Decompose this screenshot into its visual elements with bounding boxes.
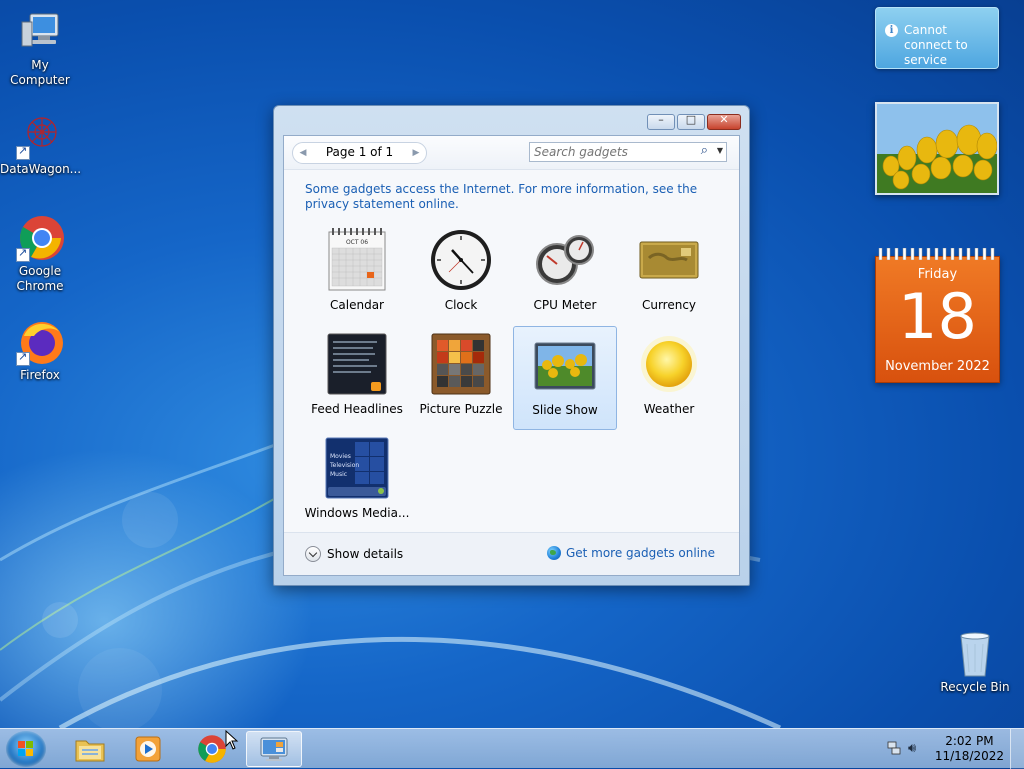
calendar-thumb-month: OCT 06 [346,239,368,246]
pager: ◀ Page 1 of 1 ▶ [292,142,427,164]
shortcut-arrow-icon [16,246,30,262]
recycle-bin-icon [951,630,999,678]
datawagon-icon [16,112,64,160]
info-icon: i [885,24,898,37]
slide-show-thumb-icon [533,333,597,400]
get-more-gadgets-label: Get more gadgets online [565,546,715,560]
page-indicator: Page 1 of 1 [325,145,394,159]
notification-gadget[interactable]: i Cannot connect to service [875,7,999,69]
windows-media-thumb-icon: Movies Television Music [325,436,389,503]
show-details-label: Show details [327,547,404,561]
calendar-day: 18 [898,280,977,353]
taskbar-windows-explorer[interactable] [62,731,118,767]
globe-icon [546,546,561,560]
gadget-gallery-client: ◀ Page 1 of 1 ▶ ⌕ ▼ Some gadgets access … [283,135,740,576]
chevron-down-icon [305,546,321,562]
slide-show-gadget[interactable] [875,102,999,195]
chevron-down-icon[interactable]: ▼ [717,146,723,155]
gadget-gallery-window: – □ ✕ ◀ Page 1 of 1 ▶ ⌕ ▼ Some gadgets a… [273,105,750,586]
gadget-clock[interactable]: Clock [409,222,513,326]
calendar-thumb-icon: OCT 06 [328,228,386,295]
cpu-meter-thumb-icon [533,228,597,295]
speaker-icon[interactable]: 🔊︎ [908,741,916,756]
firefox-icon [16,318,64,366]
desktop-icon-datawagon[interactable]: DataWagon... [0,112,82,177]
desktop-icon-label: Google Chrome [16,264,64,293]
shortcut-arrow-icon [16,350,30,366]
calendar-month-year: November 2022 [885,359,990,374]
system-tray: 🔊︎ 2:02 PM 11/18/2022 [884,729,1024,769]
computer-icon [16,8,64,56]
show-desktop-button[interactable] [1010,729,1024,769]
clock-time: 2:02 PM [945,734,994,748]
minimize-icon: – [658,113,664,126]
notification-text: Cannot connect to service [904,23,968,67]
calendar-gadget[interactable]: Friday 18 November 2022 [875,248,1000,383]
search-box: ⌕ ▼ [529,142,727,162]
windows-logo-icon [18,741,33,756]
folder-icon [75,740,105,762]
weather-thumb-icon [637,332,701,399]
gadget-label: Windows Media... [304,506,410,520]
desktop-icon-label: Firefox [20,368,60,382]
privacy-info-text[interactable]: Some gadgets access the Internet. For mo… [305,182,705,212]
media-thumb-line: Music [330,471,347,478]
taskbar-desktop-gadgets[interactable] [246,731,302,767]
desktop-icon-label: DataWagon... [0,162,82,176]
gadget-label: Currency [641,298,697,312]
calendar-gadget-body: Friday 18 November 2022 [875,256,1000,383]
desktop-icon-google-chrome[interactable]: Google Chrome [0,214,80,294]
taskbar-windows-media-player[interactable] [120,731,176,767]
desktop-icon-firefox[interactable]: Firefox [0,318,80,383]
gadget-slide-show[interactable]: Slide Show [513,326,617,430]
desktop-icon-label: My Computer [10,58,70,87]
media-thumb-line: Television [329,462,359,469]
desktop-icon-label: Recycle Bin [940,680,1010,694]
taskbar: 🔊︎ 2:02 PM 11/18/2022 [0,728,1024,769]
media-player-icon [135,736,161,762]
window-footer: Show details Get more gadgets online [284,532,739,575]
search-input[interactable] [534,144,684,160]
media-thumb-line: Movies [330,453,351,460]
gadget-label: Weather [643,402,695,416]
chrome-icon [198,735,226,763]
toolbar: ◀ Page 1 of 1 ▶ ⌕ ▼ [284,136,739,170]
get-more-gadgets-link[interactable]: Get more gadgets online [546,546,715,560]
tulips-photo [877,104,997,193]
currency-thumb-icon [637,228,701,295]
desktop-icon-recycle-bin[interactable]: Recycle Bin [935,630,1015,695]
restore-icon: □ [685,113,697,126]
gadget-weather[interactable]: Weather [617,326,721,430]
gadgets-icon [260,737,288,761]
window-controls: – □ ✕ [647,113,741,130]
restore-button[interactable]: □ [677,113,705,130]
shortcut-arrow-icon [16,144,30,160]
gadget-feed-headlines[interactable]: Feed Headlines [305,326,409,430]
close-icon: ✕ [719,113,729,126]
calendar-rings [878,248,995,260]
desktop-icon-my-computer[interactable]: My Computer [0,8,80,88]
feed-headlines-thumb-icon [325,332,389,399]
clock-date: 11/18/2022 [934,749,1004,763]
search-icon[interactable]: ⌕ [701,143,708,158]
clock[interactable]: 2:02 PM 11/18/2022 [935,734,1004,764]
close-button[interactable]: ✕ [707,113,741,130]
gadget-picture-puzzle[interactable]: Picture Puzzle [409,326,513,430]
mouse-cursor-icon [225,730,239,750]
gadget-currency[interactable]: Currency [617,222,721,326]
chrome-icon [16,214,64,262]
minimize-button[interactable]: – [647,113,675,130]
gadget-cpu-meter[interactable]: CPU Meter [513,222,617,326]
gadget-windows-media-center[interactable]: Movies Television Music Windows Media... [305,430,409,534]
start-button[interactable] [6,731,46,767]
clock-thumb-icon [429,228,493,295]
network-icon[interactable] [887,741,901,755]
page-next-icon[interactable]: ▶ [407,144,425,162]
picture-puzzle-thumb-icon [429,332,493,399]
show-details-button[interactable]: Show details [305,546,403,562]
page-prev-icon[interactable]: ◀ [294,144,312,162]
gadget-calendar[interactable]: OCT 06 Calendar [305,222,409,326]
